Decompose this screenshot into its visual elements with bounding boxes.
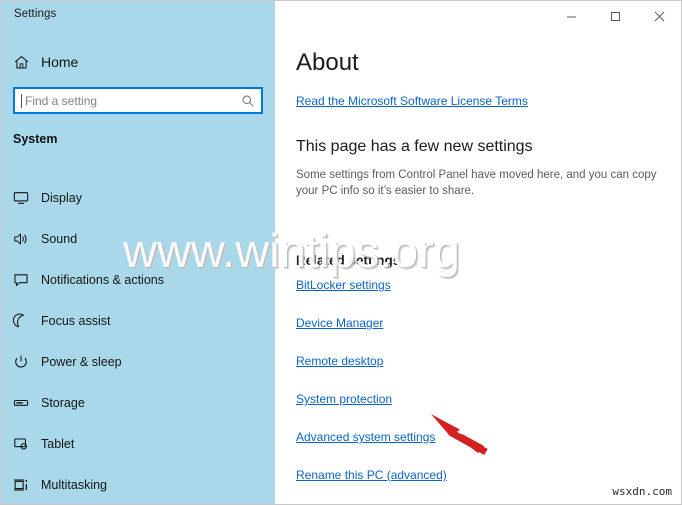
license-terms-link[interactable]: Read the Microsoft Software License Term… — [296, 94, 528, 108]
sidebar-item-label: Power & sleep — [41, 354, 122, 369]
window-controls — [549, 1, 681, 31]
close-button[interactable] — [637, 1, 681, 31]
sidebar-item-sound[interactable]: Sound — [1, 218, 275, 259]
sidebar: Home Find a setting System Display Sound… — [1, 1, 275, 504]
sidebar-item-label: Multitasking — [41, 477, 107, 492]
moon-icon — [1, 312, 41, 329]
sidebar-item-label: Notifications & actions — [41, 272, 164, 287]
link-advanced-system-settings[interactable]: Advanced system settings — [296, 430, 447, 444]
sidebar-item-home[interactable]: Home — [1, 47, 275, 77]
cut-off-item — [570, 498, 630, 504]
multitasking-icon — [1, 477, 41, 493]
sidebar-item-notifications-actions[interactable]: Notifications & actions — [1, 259, 275, 300]
monitor-icon — [1, 190, 41, 206]
title-bar: Settings — [1, 1, 681, 31]
drive-icon — [1, 395, 41, 411]
section-heading: This page has a few new settings — [296, 138, 533, 155]
watermark-wsxdn: wsxdn.com — [612, 485, 672, 498]
sidebar-item-display[interactable]: Display — [1, 177, 275, 218]
sidebar-home-label: Home — [41, 54, 79, 70]
sidebar-item-label: Focus assist — [41, 313, 111, 328]
link-remote-desktop[interactable]: Remote desktop — [296, 354, 447, 368]
related-settings-links: BitLocker settings Device Manager Remote… — [296, 278, 447, 504]
sidebar-item-multitasking[interactable]: Multitasking — [1, 464, 275, 504]
search-placeholder: Find a setting — [25, 93, 98, 108]
link-rename-this-pc[interactable]: Rename this PC (advanced) — [296, 468, 447, 482]
search-input[interactable]: Find a setting — [13, 87, 263, 114]
sidebar-item-label: Sound — [41, 231, 78, 246]
sidebar-item-label: Tablet — [41, 436, 75, 451]
page-title: About — [296, 49, 359, 76]
link-device-manager[interactable]: Device Manager — [296, 316, 447, 330]
search-icon[interactable] — [235, 94, 261, 108]
sidebar-item-focus-assist[interactable]: Focus assist — [1, 300, 275, 341]
sidebar-item-tablet[interactable]: Tablet — [1, 423, 275, 464]
settings-window: Settings Home Find a setting System Disp… — [0, 0, 682, 505]
tablet-icon — [1, 436, 41, 452]
power-icon — [1, 354, 41, 370]
minimize-button[interactable] — [549, 1, 593, 31]
sidebar-nav-list: Display Sound Notifications & actions Fo… — [1, 177, 275, 504]
related-settings-heading: Related settings — [296, 253, 401, 268]
window-title: Settings — [14, 8, 57, 20]
home-icon — [1, 54, 41, 71]
maximize-button[interactable] — [593, 1, 637, 31]
sidebar-item-power-sleep[interactable]: Power & sleep — [1, 341, 275, 382]
sidebar-item-label: Display — [41, 190, 82, 205]
sidebar-group-title: System — [13, 132, 58, 146]
sidebar-item-storage[interactable]: Storage — [1, 382, 275, 423]
chat-bubble-icon — [1, 272, 41, 288]
link-system-protection[interactable]: System protection — [296, 392, 447, 406]
red-arrow — [426, 406, 516, 466]
link-bitlocker-settings[interactable]: BitLocker settings — [296, 278, 447, 292]
sidebar-item-label: Storage — [41, 395, 85, 410]
section-body-text: Some settings from Control Panel have mo… — [296, 169, 657, 197]
speaker-icon — [1, 231, 41, 247]
